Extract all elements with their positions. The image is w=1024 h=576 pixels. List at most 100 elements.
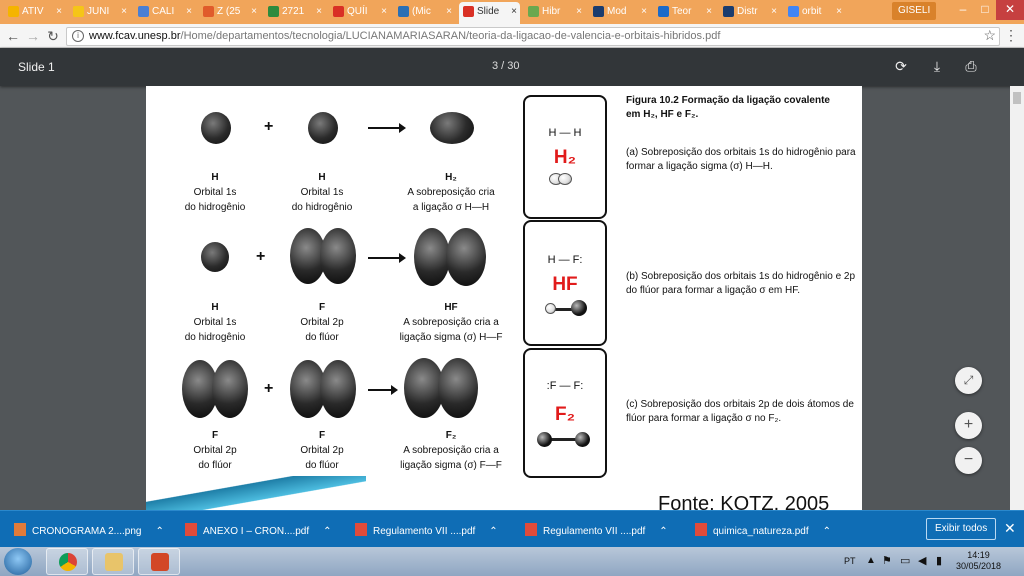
browser-tab[interactable]: orbit ×	[784, 2, 845, 24]
clock[interactable]: 14:19 30/05/2018	[956, 550, 1001, 572]
tab-close-icon[interactable]: ×	[121, 2, 127, 22]
tab-favicon-icon	[658, 6, 669, 17]
tab-close-icon[interactable]: ×	[576, 2, 582, 22]
zoom-out-icon[interactable]: −	[955, 447, 982, 474]
explorer-taskbar-icon[interactable]	[92, 548, 134, 575]
browser-tab[interactable]: JUNI ×	[69, 2, 130, 24]
tab-label: Teor	[672, 6, 692, 17]
browser-tab[interactable]: ATIV ×	[4, 2, 65, 24]
download-item[interactable]: quimica_natureza.pdf ⌃	[695, 523, 831, 537]
browser-tab[interactable]: Z (25 ×	[199, 2, 260, 24]
browser-tab[interactable]: QUÍI ×	[329, 2, 390, 24]
caption-bold: F	[318, 302, 326, 313]
zoom-in-icon[interactable]: +	[955, 412, 982, 439]
plus-sign: +	[264, 380, 274, 397]
download-icon[interactable]: ⤓	[928, 57, 946, 75]
close-shelf-icon[interactable]: ✕	[1004, 520, 1016, 537]
orbital-1s-shape	[201, 242, 229, 272]
caption-line: Orbital 2p	[193, 445, 237, 456]
back-icon[interactable]: ←	[4, 27, 22, 45]
lewis-structure: H — H	[548, 127, 582, 139]
tab-label: JUNI	[87, 6, 110, 17]
chevron-up-icon[interactable]: ⌃	[659, 526, 667, 537]
browser-tab[interactable]: (Mic ×	[394, 2, 455, 24]
caption-h-1s: H Orbital 1s do hidrogênio	[267, 170, 377, 215]
tab-close-icon[interactable]: ×	[706, 2, 712, 22]
caption-f-2p: F Orbital 2p do flúor	[267, 428, 377, 473]
browser-tab[interactable]: Teor ×	[654, 2, 715, 24]
profile-chip[interactable]: GISELI	[892, 2, 937, 20]
chevron-up-icon[interactable]: ⌃	[489, 526, 497, 537]
network-icon[interactable]: ▭	[900, 554, 910, 567]
volume-icon[interactable]: ◀	[918, 554, 926, 567]
flag-icon[interactable]: ⚑	[882, 554, 892, 567]
file-icon	[185, 523, 197, 536]
chrome-taskbar-icon[interactable]	[46, 548, 88, 575]
tab-label: Hibr	[542, 6, 561, 17]
url-input[interactable]: i www.fcav.unesp.br/Home/departamentos/t…	[66, 27, 1000, 46]
browser-tab[interactable]: CALI ×	[134, 2, 195, 24]
tray-expand-icon[interactable]: ▲	[866, 555, 876, 566]
tab-close-icon[interactable]: ×	[641, 2, 647, 22]
window-close-icon[interactable]: ✕	[996, 0, 1024, 20]
site-info-icon[interactable]: i	[72, 30, 84, 42]
tab-label: 2721	[282, 6, 305, 17]
orbital-1s-shape	[308, 112, 338, 144]
tab-close-icon[interactable]: ×	[511, 2, 517, 22]
minimize-icon[interactable]: –	[952, 0, 974, 20]
atom-ball	[537, 432, 552, 447]
forward-icon[interactable]: →	[24, 27, 42, 45]
browser-tab[interactable]: Slide ×	[459, 2, 520, 24]
chevron-up-icon[interactable]: ⌃	[323, 526, 331, 537]
fit-page-icon[interactable]: ⤢	[955, 367, 982, 394]
chevron-up-icon[interactable]: ⌃	[823, 526, 831, 537]
page-indicator[interactable]: 3 / 30	[492, 60, 520, 72]
battery-icon[interactable]: ▮	[936, 554, 942, 567]
overlap-f2-lobe	[438, 358, 478, 418]
reload-icon[interactable]: ↻	[44, 27, 62, 45]
overlap-h2-shape	[430, 112, 474, 144]
browser-menu-icon[interactable]: ⋮	[1004, 27, 1018, 44]
tab-favicon-icon	[8, 6, 19, 17]
profile-name: GISELI	[898, 5, 931, 16]
tab-close-icon[interactable]: ×	[251, 2, 257, 22]
tab-close-icon[interactable]: ×	[381, 2, 387, 22]
tab-close-icon[interactable]: ×	[836, 2, 842, 22]
tab-label: Slide	[477, 6, 500, 17]
caption-hf: HF A sobreposição cria a ligação sigma (…	[396, 300, 506, 345]
browser-tab[interactable]: Mod ×	[589, 2, 650, 24]
tab-label: ATIV	[22, 6, 44, 17]
powerpoint-taskbar-icon[interactable]	[138, 548, 180, 575]
chevron-up-icon[interactable]: ⌃	[155, 526, 163, 537]
tab-label: (Mic	[412, 6, 431, 17]
rotate-icon[interactable]: ⟳	[892, 57, 910, 75]
download-item[interactable]: ANEXO I – CRON....pdf ⌃	[185, 523, 332, 537]
caption-line: do flúor	[305, 332, 339, 343]
download-item[interactable]: CRONOGRAMA 2....png ⌃	[14, 523, 164, 537]
scrollbar-thumb[interactable]	[1013, 92, 1021, 104]
download-item[interactable]: Regulamento VII ....pdf ⌃	[525, 523, 668, 537]
tab-close-icon[interactable]: ×	[771, 2, 777, 22]
bookmark-star-icon[interactable]: ☆	[983, 27, 996, 44]
browser-tab[interactable]: 2721 ×	[264, 2, 325, 24]
language-indicator[interactable]: PT	[844, 556, 856, 566]
browser-tab[interactable]: Hibr ×	[524, 2, 585, 24]
maximize-icon[interactable]: □	[974, 0, 996, 20]
tab-close-icon[interactable]: ×	[316, 2, 322, 22]
download-item[interactable]: Regulamento VII ....pdf ⌃	[355, 523, 498, 537]
caption-bold: HF	[444, 302, 458, 313]
tab-close-icon[interactable]: ×	[446, 2, 452, 22]
show-all-downloads-button[interactable]: Exibir todos	[926, 518, 997, 540]
orbital-2p-lobe	[320, 360, 356, 418]
caption-line: do hidrogênio	[291, 202, 353, 213]
download-filename: Regulamento VII ....pdf	[543, 526, 646, 537]
tab-close-icon[interactable]: ×	[186, 2, 192, 22]
print-icon[interactable]: ⎙	[962, 57, 980, 75]
browser-tab[interactable]: Distr ×	[719, 2, 780, 24]
vertical-scrollbar[interactable]	[1010, 86, 1024, 510]
figure-row-hf: + H Orbital 1s do hidrogênio F Orbital 2…	[146, 222, 516, 352]
orbital-2p-lobe	[212, 360, 248, 418]
file-icon	[355, 523, 367, 536]
start-button[interactable]	[4, 548, 32, 575]
tab-close-icon[interactable]: ×	[56, 2, 62, 22]
